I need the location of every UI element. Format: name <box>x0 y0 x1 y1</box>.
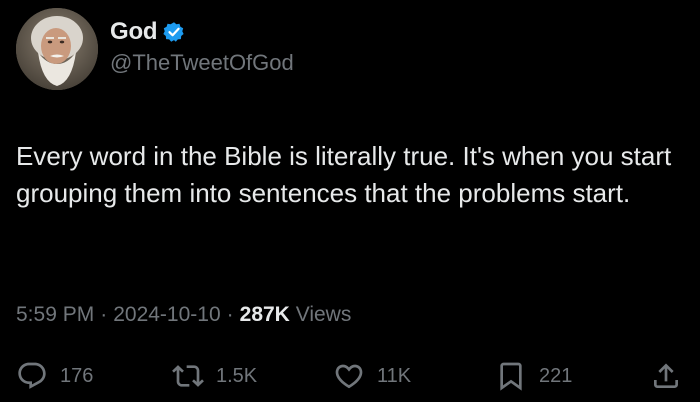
like-count: 11K <box>377 364 412 387</box>
bookmark-icon <box>500 362 522 391</box>
tweet-date[interactable]: 2024-10-10 <box>113 303 220 326</box>
author-name-row: God <box>110 16 185 48</box>
tweet-card: God @TheTweetOfGod Every word in the Bib… <box>0 0 700 402</box>
bookmark-button[interactable]: 221 <box>495 358 572 394</box>
heart-icon <box>335 364 363 389</box>
avatar-image <box>16 8 98 90</box>
reply-icon <box>18 362 46 389</box>
avatar[interactable] <box>16 8 98 90</box>
views-count[interactable]: 287K <box>240 303 290 326</box>
tweet-text: Every word in the Bible is literally tru… <box>16 141 672 208</box>
retweet-button[interactable]: 1.5K <box>172 358 257 394</box>
author-display-name[interactable]: God <box>110 18 158 46</box>
action-bar: 176 1.5K 11K 221 <box>0 358 700 394</box>
views-label[interactable]: Views <box>296 303 352 326</box>
tweet-time[interactable]: 5:59 PM <box>16 303 94 326</box>
verified-badge-icon[interactable] <box>163 21 185 43</box>
meta-separator: · <box>226 303 234 326</box>
bookmark-count: 221 <box>539 364 573 387</box>
share-icon <box>654 363 678 388</box>
share-button[interactable] <box>650 358 682 394</box>
retweet-icon <box>172 365 204 387</box>
tweet-meta: 5:59 PM · 2024-10-10 · 287K Views <box>16 303 351 327</box>
meta-separator: · <box>100 303 108 326</box>
reply-count: 176 <box>60 364 94 387</box>
retweet-count: 1.5K <box>216 364 258 387</box>
like-button[interactable]: 11K <box>333 358 411 394</box>
author-handle[interactable]: @TheTweetOfGod <box>110 50 294 76</box>
reply-button[interactable]: 176 <box>16 358 93 394</box>
